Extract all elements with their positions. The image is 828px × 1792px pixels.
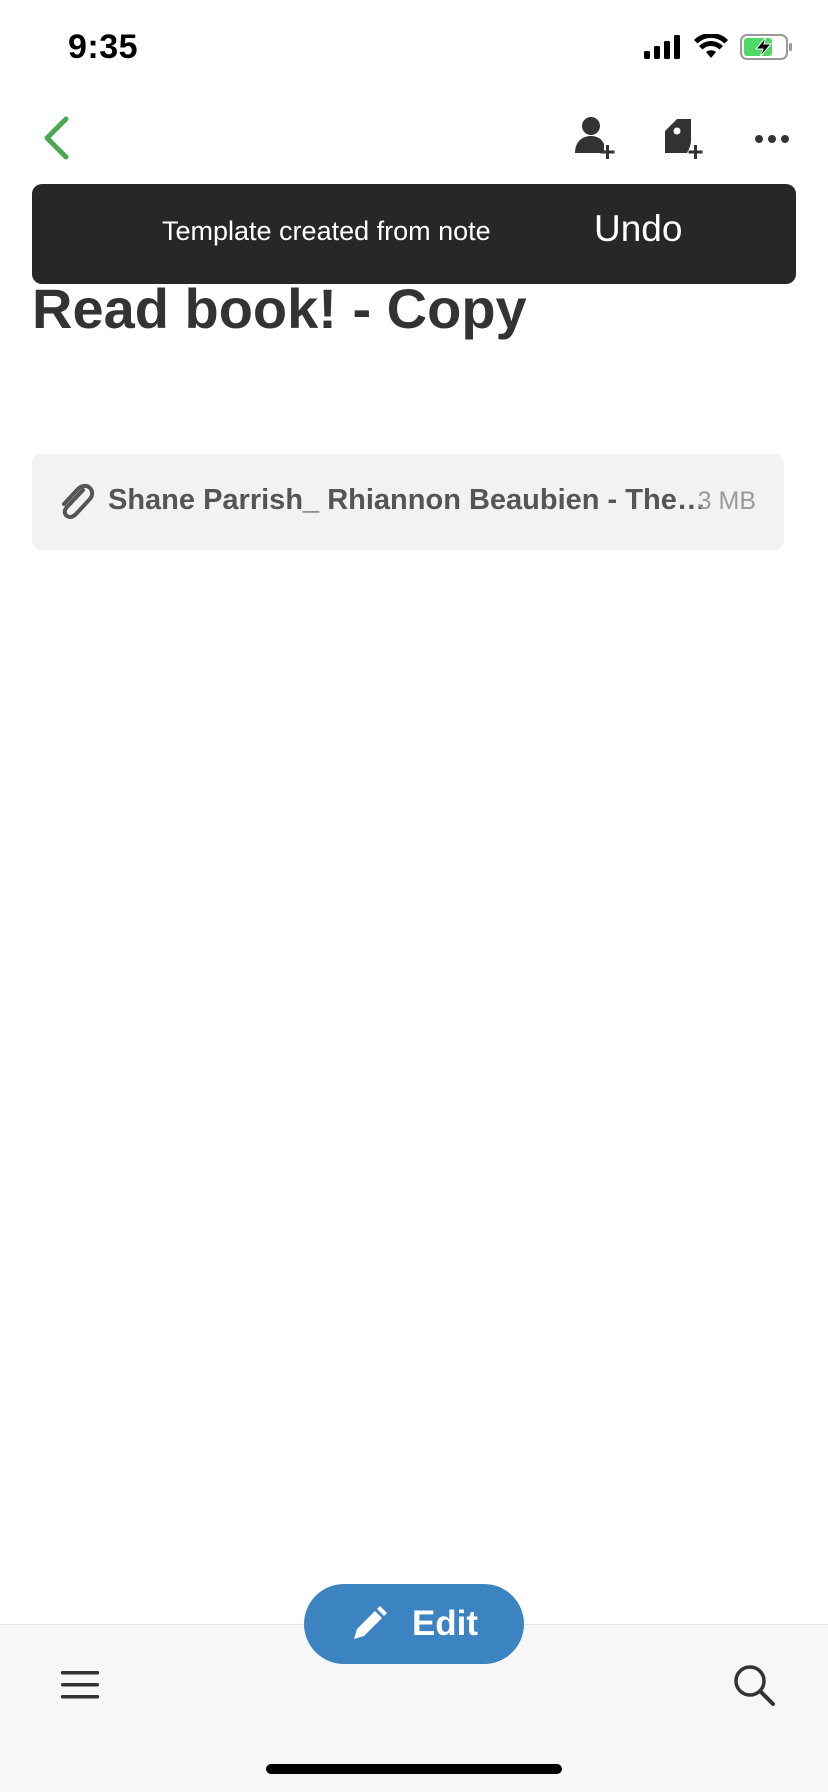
more-button[interactable] [740,108,804,172]
add-tag-icon [661,115,707,166]
status-bar: 9:35 [0,0,828,100]
nav-bar [0,100,828,184]
wifi-icon [694,32,728,65]
back-button[interactable] [24,108,88,172]
menu-button[interactable] [44,1651,116,1723]
paperclip-icon [54,480,98,524]
undo-button[interactable]: Undo [594,208,682,250]
attachment-card[interactable]: Shane Parrish_ Rhiannon Beaubien - The G… [32,454,784,550]
nav-actions [564,108,804,172]
signal-icon [644,35,682,64]
pencil-icon [350,1605,388,1643]
search-button[interactable] [718,1651,790,1723]
battery-charging-icon [740,34,794,65]
edit-label: Edit [411,1604,479,1643]
chevron-left-icon [41,116,71,165]
share-user-icon [573,115,619,166]
add-tag-button[interactable] [652,108,716,172]
edit-button[interactable]: Edit [304,1584,524,1664]
status-time: 9:35 [68,28,139,66]
search-icon [732,1663,776,1712]
share-button[interactable] [564,108,628,172]
attachment-size: 3 MB [697,487,756,515]
note-title[interactable]: Read book! - Copy [32,276,527,341]
note-screen: 9:35 Template created from note Undo Rea… [0,0,828,1792]
home-indicator [266,1764,562,1774]
more-icon [754,131,790,149]
hamburger-menu-icon [61,1670,99,1705]
toast-snackbar: Template created from note Undo [32,184,796,284]
attachment-name: Shane Parrish_ Rhiannon Beaubien - The G… [108,484,708,516]
status-icons [644,32,794,65]
toast-message: Template created from note [162,216,491,246]
